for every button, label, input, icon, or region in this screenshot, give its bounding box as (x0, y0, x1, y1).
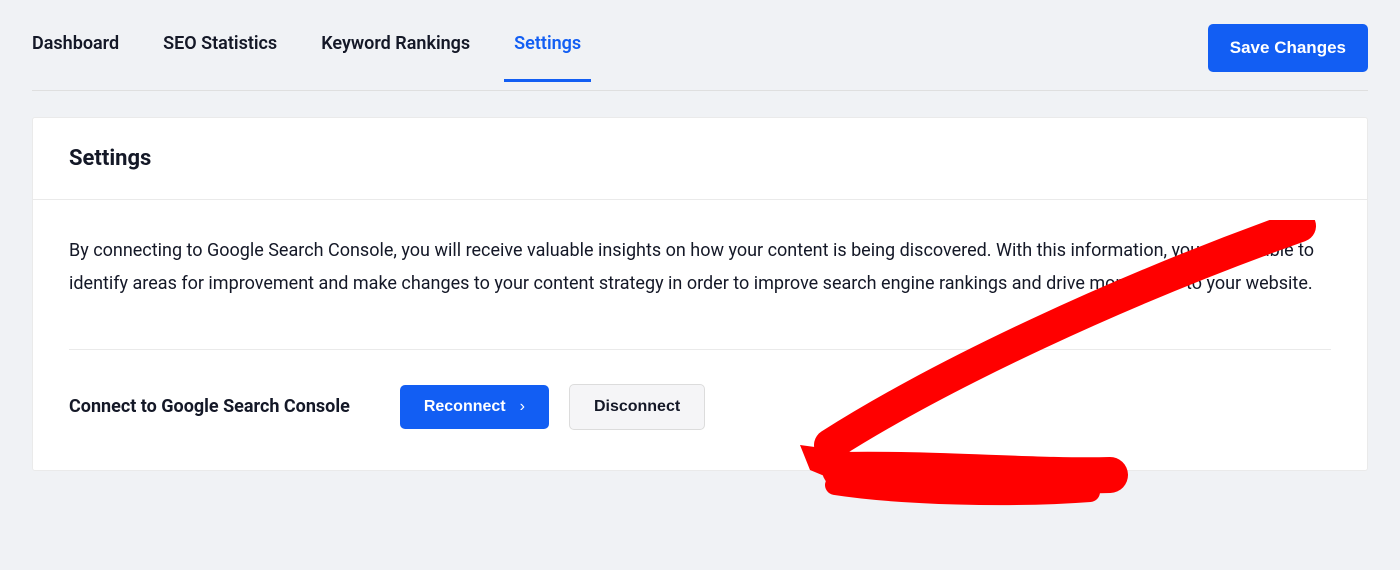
card-title: Settings (69, 146, 1331, 171)
reconnect-button-label: Reconnect (424, 398, 506, 416)
tabs-container: Dashboard SEO Statistics Keyword Ranking… (32, 33, 581, 82)
tab-keyword-rankings[interactable]: Keyword Rankings (321, 33, 470, 82)
save-changes-button[interactable]: Save Changes (1208, 24, 1368, 72)
nav-bar: Dashboard SEO Statistics Keyword Ranking… (32, 0, 1368, 91)
tab-dashboard[interactable]: Dashboard (32, 33, 119, 82)
connect-action-row: Connect to Google Search Console Reconne… (33, 350, 1367, 470)
reconnect-button[interactable]: Reconnect › (400, 385, 549, 429)
connect-label: Connect to Google Search Console (69, 396, 350, 417)
settings-card: Settings By connecting to Google Search … (32, 117, 1368, 471)
card-header: Settings (33, 118, 1367, 200)
settings-description: By connecting to Google Search Console, … (69, 234, 1331, 301)
chevron-right-icon: › (520, 398, 525, 416)
card-body: By connecting to Google Search Console, … (33, 200, 1367, 315)
tab-seo-statistics[interactable]: SEO Statistics (163, 33, 277, 82)
tab-settings[interactable]: Settings (514, 33, 581, 82)
disconnect-button[interactable]: Disconnect (569, 384, 705, 430)
